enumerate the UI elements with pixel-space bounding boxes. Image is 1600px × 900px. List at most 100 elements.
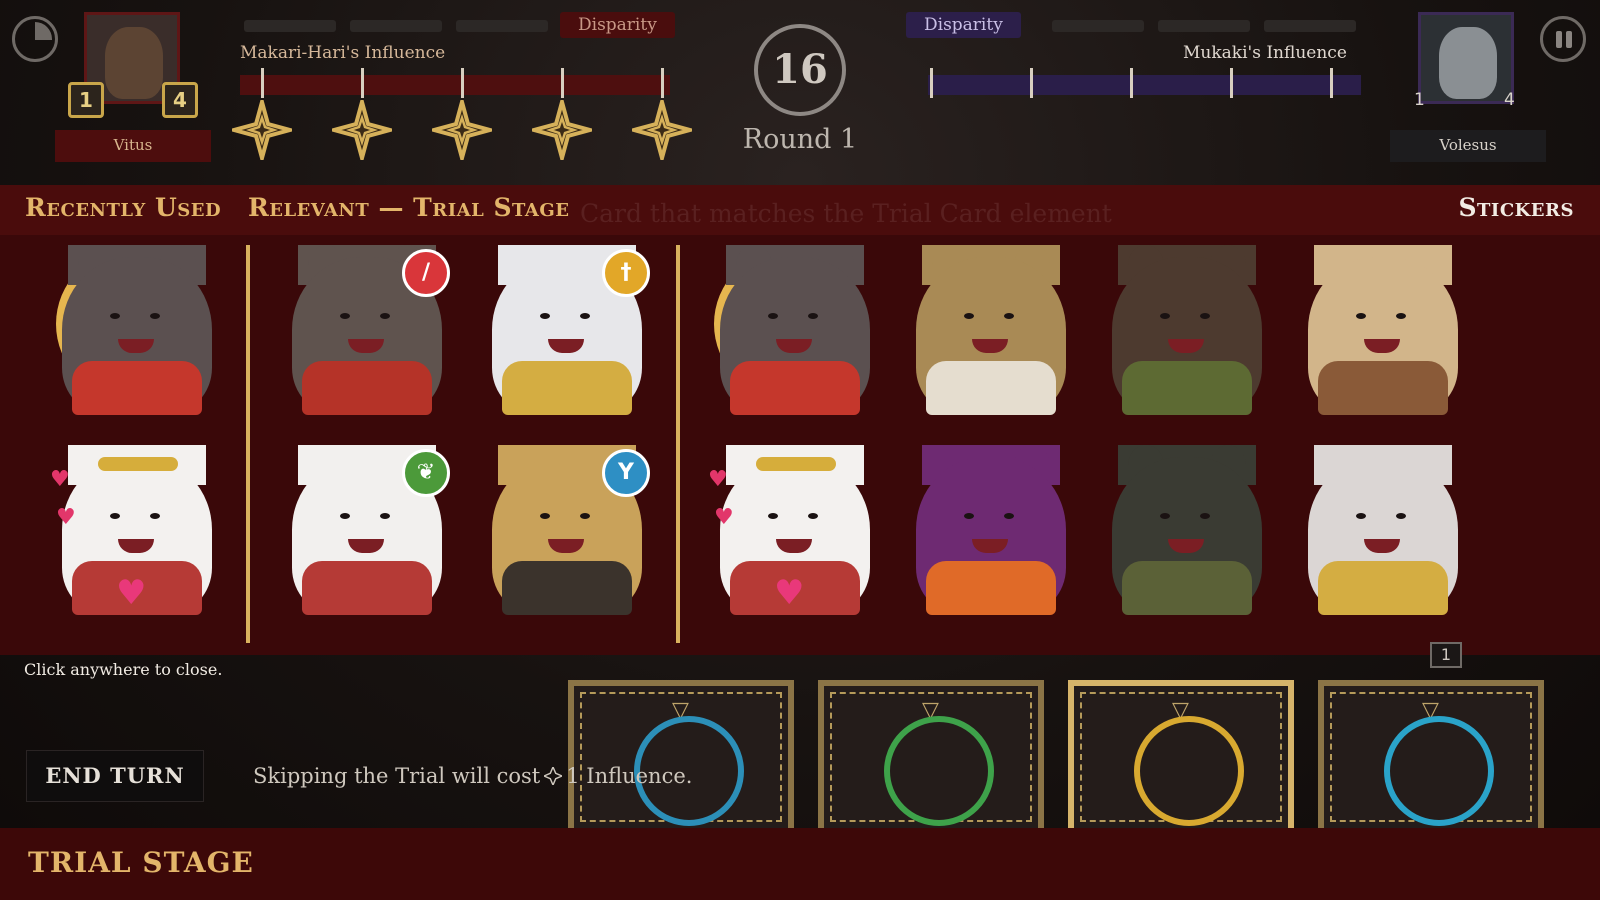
sticker-panel-header: Card that matches the Trial Card element… [0, 185, 1600, 235]
relevant-heading: Relevant — Trial Stage [248, 193, 570, 222]
sticker-eye [110, 513, 120, 519]
sticker-garment [302, 361, 432, 415]
right-influence-bar [928, 75, 1361, 95]
sticker-eye [1396, 313, 1406, 319]
sticker-eye [1200, 513, 1210, 519]
end-turn-button[interactable]: END TURN [26, 750, 204, 802]
sticker-eye [768, 313, 778, 319]
left-badge-a: 1 [68, 82, 104, 118]
right-disparity-label: Disparity [906, 12, 1021, 38]
influence-tick [561, 68, 564, 98]
heart-icon: ♥ [714, 505, 734, 530]
sticker-eye [1004, 513, 1014, 519]
skip-text-before: Skipping the Trial will cost [253, 764, 541, 788]
sticker-lion-arms-crossed[interactable] [904, 243, 1074, 419]
sticker-eye [1004, 313, 1014, 319]
influence-tick [1030, 68, 1033, 98]
sticker-eye [1356, 513, 1366, 519]
top-hud: 1 4 Vitus Disparity Makari-Hari's Influe… [0, 0, 1600, 185]
sticker-wolf-sword[interactable]: / [280, 243, 450, 419]
sticker-eye [808, 513, 818, 519]
sticker-eye [150, 313, 160, 319]
influence-tick [361, 68, 364, 98]
card-element-glyph [884, 716, 994, 826]
sticker-eye [964, 513, 974, 519]
section-divider [676, 245, 680, 643]
hand-counter: 1 [1430, 642, 1462, 668]
disparity-segment [1158, 20, 1250, 32]
disparity-segment [456, 20, 548, 32]
section-divider [246, 245, 250, 643]
stage-label: TRIAL STAGE [28, 846, 254, 879]
sticker-eye [540, 313, 550, 319]
right-player-name: Volesus [1390, 130, 1546, 162]
sticker-demon-peace-sign[interactable] [904, 443, 1074, 619]
close-hint: Click anywhere to close. [24, 660, 223, 679]
sticker-bear-laurel[interactable]: ❦ [280, 443, 450, 619]
round-label: Round 1 [742, 124, 858, 155]
sticker-garment [1122, 561, 1252, 615]
sticker-eye [1160, 313, 1170, 319]
sticker-bear-heart-hands[interactable]: ♥ ♥ ♥ [50, 443, 220, 619]
card-blue-ribbon[interactable]: ▽ [568, 680, 794, 828]
influence-tick [261, 68, 264, 98]
influence-star-icon [632, 100, 692, 160]
sticker-cheetah-goblet[interactable]: Y [480, 443, 650, 619]
sticker-garment [302, 561, 432, 615]
sticker-eye [1396, 513, 1406, 519]
sticker-eye [150, 513, 160, 519]
left-disparity-label: Disparity [560, 12, 675, 38]
sticker-hyena-thumbs-up[interactable] [708, 243, 878, 419]
sticker-hyena-thumbs-up[interactable] [50, 243, 220, 419]
sticker-rhino-stone[interactable] [1100, 443, 1270, 619]
sword-icon: / [402, 249, 450, 297]
sticker-leopard-tankard[interactable] [1296, 243, 1466, 419]
pie-timer-icon[interactable] [12, 16, 58, 62]
right-player-face [1439, 27, 1497, 99]
right-player-portrait [1418, 12, 1514, 104]
sticker-boar-stone[interactable] [1100, 243, 1270, 419]
card-gold-circle[interactable]: ▽ [1068, 680, 1294, 828]
card-cyan-ribbon[interactable]: ▽ [1318, 680, 1544, 828]
sticker-garment [502, 561, 632, 615]
laurel-icon: ❦ [402, 449, 450, 497]
heart-icon: ♥ [50, 467, 70, 492]
heart-icon: ♥ [56, 505, 76, 530]
turn-timer: 16 [754, 24, 846, 116]
sticker-garment [1318, 361, 1448, 415]
left-influence-label: Makari-Hari's Influence [240, 43, 446, 63]
sticker-eye [1200, 313, 1210, 319]
sticker-snow-leopard-sparkle[interactable] [1296, 443, 1466, 619]
influence-star-icon [532, 100, 592, 160]
sticker-snow-leopard-dagger[interactable]: † [480, 243, 650, 419]
influence-star-icon [232, 100, 292, 160]
influence-star-icon [544, 767, 563, 785]
card-element-glyph [1384, 716, 1494, 826]
sticker-garment [72, 361, 202, 415]
influence-tick [461, 68, 464, 98]
sticker-eye [768, 513, 778, 519]
sticker-panel: Card that matches the Trial Card element… [0, 185, 1600, 655]
right-influence-label: Mukaki's Influence [1183, 43, 1347, 63]
sticker-eye [964, 313, 974, 319]
dagger-icon: † [602, 249, 650, 297]
sticker-bear-heart-hands[interactable]: ♥ ♥ ♥ [708, 443, 878, 619]
sticker-eye [580, 313, 590, 319]
card-green-ribbon[interactable]: ▽ [818, 680, 1044, 828]
disparity-segment [350, 20, 442, 32]
sticker-eye [340, 513, 350, 519]
sticker-eye [1356, 313, 1366, 319]
disparity-segment [1264, 20, 1356, 32]
sticker-garment [730, 361, 860, 415]
sticker-garment [926, 561, 1056, 615]
pause-icon[interactable] [1540, 16, 1586, 62]
heart-icon: ♥ [774, 573, 805, 613]
sticker-eye [580, 513, 590, 519]
laurel-crown [98, 457, 178, 471]
disparity-segment [1052, 20, 1144, 32]
skip-text-after: 1 Influence. [566, 764, 693, 788]
influence-tick [930, 68, 933, 98]
influence-star-icon [332, 100, 392, 160]
sticker-eye [1160, 513, 1170, 519]
influence-tick [1130, 68, 1133, 98]
